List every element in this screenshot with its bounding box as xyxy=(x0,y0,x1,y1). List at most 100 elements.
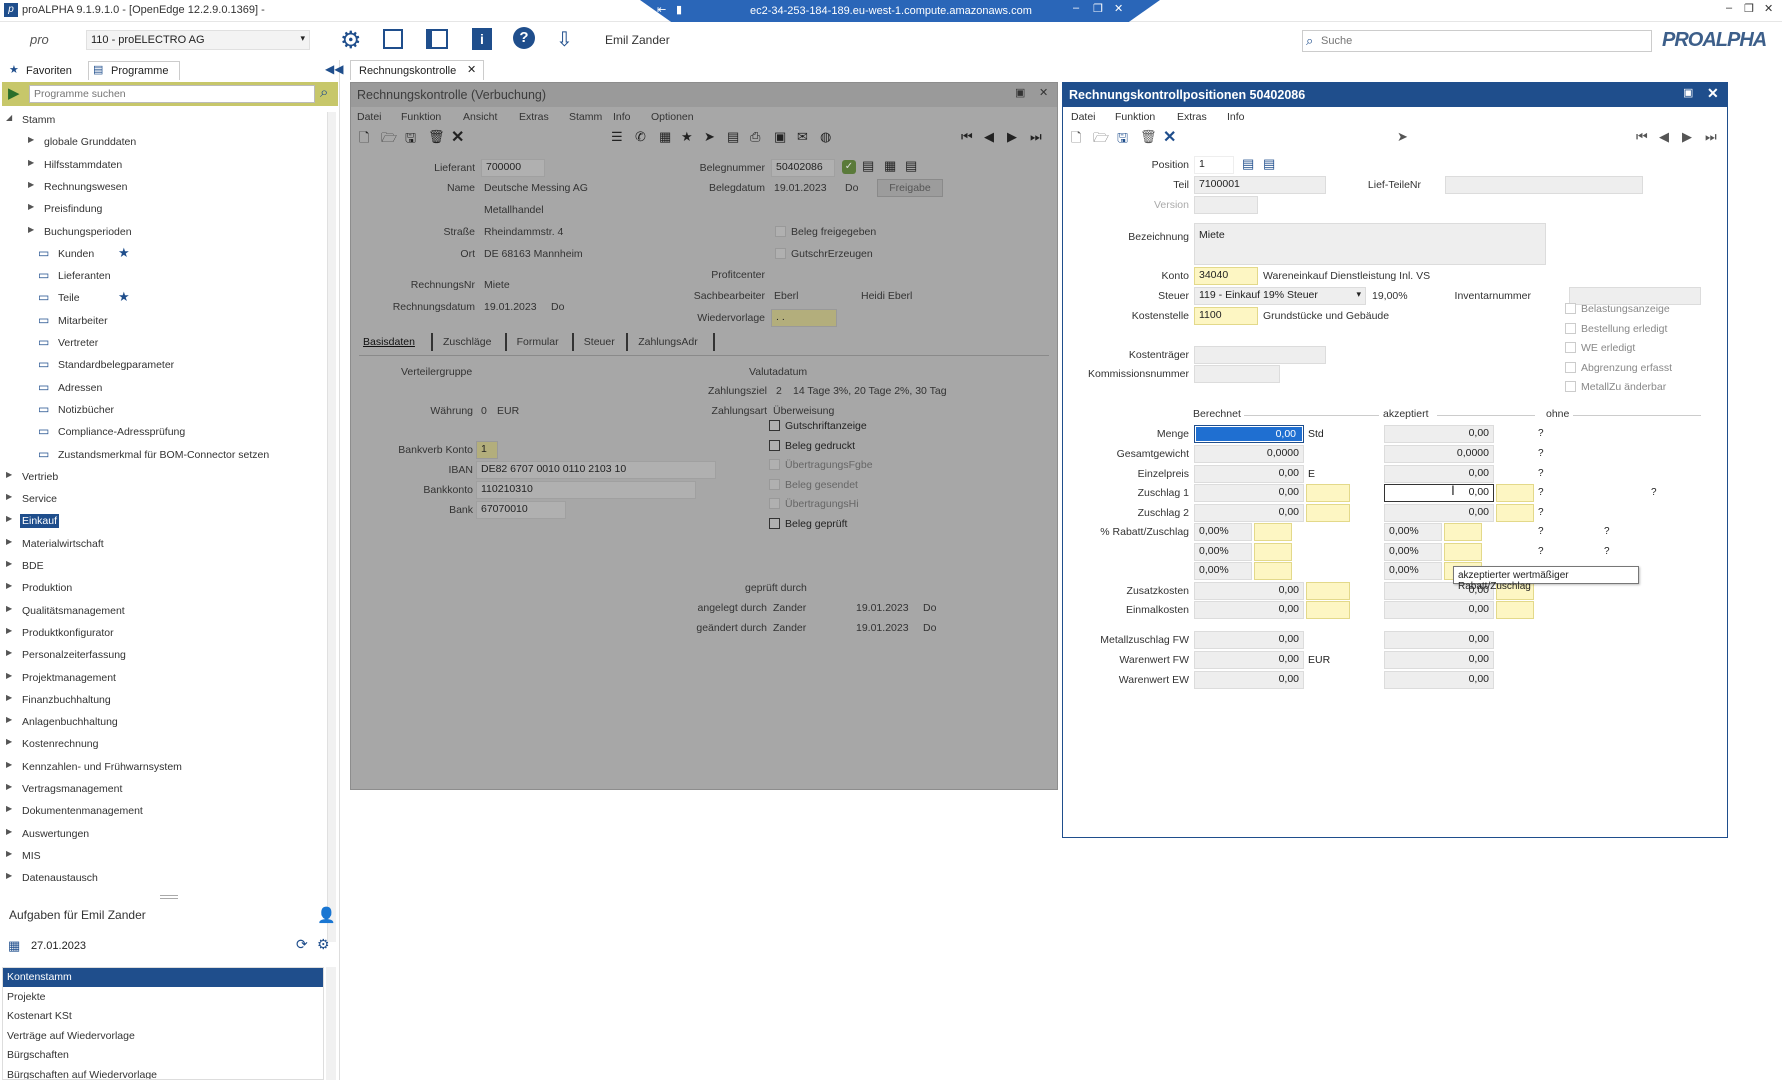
tree-item[interactable]: ◢ Stamm xyxy=(0,110,326,130)
save-icon[interactable]: 🖫 xyxy=(1117,129,1128,151)
chevron-right-icon[interactable]: ▶ xyxy=(6,581,12,590)
chevron-right-icon[interactable]: ▶ xyxy=(6,871,12,880)
next-record-icon[interactable]: ▶ xyxy=(1007,129,1017,145)
tree-item[interactable]: ▭ Teile ★ xyxy=(0,288,326,308)
tree-item[interactable]: ▶ Dokumentenmanagement xyxy=(0,801,326,821)
rabatt-field[interactable]: 0,00% xyxy=(1194,523,1252,541)
amount-field[interactable]: 0,0000 xyxy=(1194,445,1304,463)
amount-field[interactable]: 0,00 xyxy=(1194,484,1304,502)
teil-field[interactable]: 7100001 xyxy=(1194,176,1326,194)
tree-item[interactable]: ▭ Mitarbeiter xyxy=(0,311,326,331)
chevron-right-icon[interactable]: ▶ xyxy=(6,849,12,858)
checkbox[interactable] xyxy=(769,498,780,510)
tree-item[interactable]: ▶ Finanzbuchhaltung xyxy=(0,690,326,710)
chevron-right-icon[interactable]: ▶ xyxy=(6,537,12,546)
company-select[interactable]: 110 - proELECTRO AG ▾ xyxy=(86,30,310,50)
menu-item[interactable]: Datei xyxy=(357,111,382,123)
help-icon[interactable]: ? xyxy=(513,27,535,49)
task-item[interactable]: Verträge auf Wiedervorlage xyxy=(3,1027,323,1046)
tree-item[interactable]: ▭ Compliance-Adressprüfung xyxy=(0,422,326,442)
menu-item[interactable]: Stamm xyxy=(569,111,602,123)
global-search-input[interactable] xyxy=(1321,33,1641,49)
checkbox[interactable] xyxy=(1565,381,1576,393)
chevron-right-icon[interactable]: ▶ xyxy=(6,737,12,746)
freigabe-button[interactable]: Freigabe xyxy=(877,179,943,197)
position-doc-icon[interactable]: ▤ xyxy=(1263,156,1275,172)
rabatt-accepted-field[interactable]: 0,00% xyxy=(1384,543,1442,561)
minimize-icon[interactable]: – xyxy=(1726,2,1732,14)
last-record-icon[interactable]: ⏭ xyxy=(1030,129,1042,145)
tab-zuschläge[interactable]: Zuschläge xyxy=(439,333,507,351)
lieferant-field[interactable]: 700000 xyxy=(481,159,545,177)
kommissionsnummer-field[interactable] xyxy=(1194,365,1280,383)
amount-accepted-field[interactable]: 0,0000 xyxy=(1384,445,1494,463)
amount-field[interactable]: 0,00 xyxy=(1194,601,1304,619)
first-record-icon[interactable]: ⏮ xyxy=(1636,129,1648,145)
tree-item[interactable]: ▭ Zustandsmerkmal für BOM-Connector setze… xyxy=(0,445,326,465)
amount-accepted-field[interactable]: 0,00 xyxy=(1384,425,1494,443)
forward-icon[interactable]: ➤ xyxy=(704,129,715,145)
tree-item[interactable]: ▶ Buchungsperioden xyxy=(0,222,326,242)
maximize-icon[interactable]: ▣ xyxy=(1683,86,1693,99)
position-field[interactable]: 1 xyxy=(1194,156,1234,174)
rabatt-field[interactable]: 0,00% xyxy=(1194,562,1252,580)
chevron-right-icon[interactable]: ▶ xyxy=(6,671,12,680)
tree-item[interactable]: ▶ Materialwirtschaft xyxy=(0,534,326,554)
doc-edit-icon[interactable]: ▦ xyxy=(884,158,896,174)
rabatt-field[interactable]: 0,00% xyxy=(1194,543,1252,561)
tree-item[interactable]: ▭ Notizbücher xyxy=(0,400,326,420)
panel-divider[interactable] xyxy=(160,895,178,899)
checkbox[interactable] xyxy=(769,439,780,451)
belegnummer-field[interactable]: 50402086 xyxy=(771,159,835,177)
checkbox[interactable] xyxy=(769,459,780,471)
rabatt-accepted-extra-field[interactable] xyxy=(1444,543,1482,561)
beleg-freigegeben-checkbox[interactable] xyxy=(775,226,786,237)
forward-icon[interactable]: ➤ xyxy=(1397,129,1408,145)
tab-favorites[interactable]: ★ Favoriten xyxy=(6,62,84,80)
cancel-icon[interactable]: ✕ xyxy=(1163,127,1176,147)
chevron-right-icon[interactable]: ▶ xyxy=(6,648,12,657)
task-item[interactable]: Kostenart KSt xyxy=(3,1007,323,1026)
kostentraeger-field[interactable] xyxy=(1194,346,1326,364)
chevron-right-icon[interactable]: ▶ xyxy=(6,715,12,724)
task-item[interactable]: Projekte xyxy=(3,988,323,1007)
checkbox[interactable] xyxy=(1565,361,1576,373)
gutschr-erzeugen-checkbox[interactable] xyxy=(775,248,786,259)
menu-item[interactable]: Optionen xyxy=(651,111,694,123)
menu-item[interactable]: Info xyxy=(613,111,631,123)
tree-item[interactable]: ▭ Vertreter xyxy=(0,333,326,353)
kostenstelle-field[interactable]: 1100 xyxy=(1194,307,1258,325)
chevron-right-icon[interactable]: ▶ xyxy=(6,492,12,501)
star-icon[interactable]: ★ xyxy=(118,289,130,305)
steuer-select[interactable]: 119 - Einkauf 19% Steuer ▾ xyxy=(1194,287,1366,305)
user-icon[interactable]: 👤 xyxy=(317,906,336,924)
amount-accepted-extra-field[interactable] xyxy=(1496,601,1534,619)
chevron-right-icon[interactable]: ▶ xyxy=(6,626,12,635)
tree-item[interactable]: ▶ globale Grunddaten xyxy=(0,132,326,152)
tab-formular[interactable]: Formular xyxy=(513,333,574,351)
check-icon[interactable]: ✓ xyxy=(842,160,856,174)
chevron-right-icon[interactable]: ▶ xyxy=(6,782,12,791)
amount-field[interactable]: 0,00 xyxy=(1194,582,1304,600)
info-icon[interactable]: i xyxy=(472,28,492,50)
tab-steuer[interactable]: Steuer xyxy=(580,333,629,351)
star-icon[interactable]: ★ xyxy=(118,245,130,261)
chevron-right-icon[interactable]: ▶ xyxy=(6,760,12,769)
prev-record-icon[interactable]: ◀ xyxy=(1659,129,1669,145)
position-link-icon[interactable]: ▤ xyxy=(1242,156,1254,172)
task-item[interactable]: Bürgschaften xyxy=(3,1046,323,1065)
program-search-input[interactable] xyxy=(29,85,315,103)
delete-icon[interactable]: 🗑 xyxy=(1140,129,1157,145)
chevron-right-icon[interactable]: ▶ xyxy=(28,202,34,211)
rabatt-extra-field[interactable] xyxy=(1254,562,1292,580)
chevron-right-icon[interactable]: ▶ xyxy=(28,158,34,167)
amount-accepted-field[interactable]: 0,00 xyxy=(1384,484,1494,502)
remote-restore-icon[interactable]: ❐ xyxy=(1093,2,1103,15)
menu-item[interactable]: Extras xyxy=(1177,111,1207,123)
tree-item[interactable]: ▭ Standardbelegparameter xyxy=(0,355,326,375)
checkbox[interactable] xyxy=(1565,342,1576,354)
collapse-nav-icon[interactable]: ◀◀ xyxy=(325,62,343,76)
checkbox[interactable] xyxy=(1565,322,1576,334)
rabatt-extra-field[interactable] xyxy=(1254,543,1292,561)
amount-accepted-field[interactable]: 0,00 xyxy=(1384,671,1494,689)
